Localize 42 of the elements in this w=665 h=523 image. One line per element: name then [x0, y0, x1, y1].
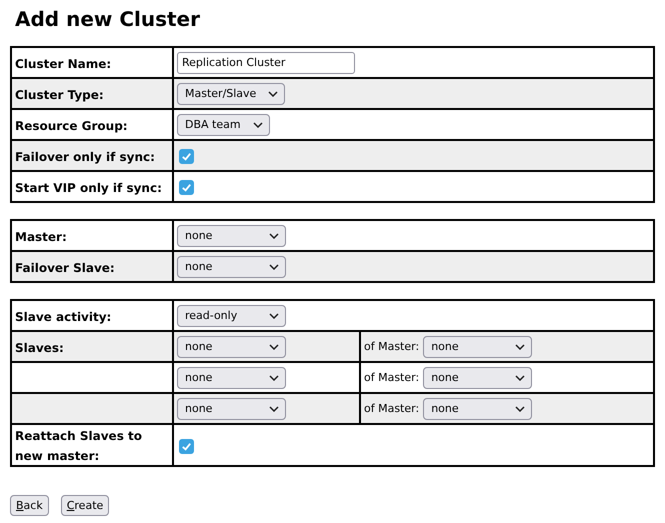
- dropdown[interactable]: none: [423, 398, 532, 420]
- dropdown[interactable]: DBA team: [177, 114, 270, 136]
- input-field[interactable]: Replication Cluster: [177, 52, 355, 74]
- dropdown[interactable]: none: [177, 256, 286, 278]
- field-label: of Master:: [364, 371, 420, 384]
- chevron-icon: [252, 122, 263, 128]
- field-label: Slave activity:: [15, 310, 112, 324]
- dropdown[interactable]: read-only: [177, 304, 286, 326]
- chevron-icon: [269, 232, 279, 238]
- field-label: Failover only if sync:: [15, 150, 155, 164]
- field-label: Cluster Name:: [15, 56, 112, 70]
- chevron-icon: [268, 90, 278, 96]
- field-label: Failover Slave:: [15, 260, 115, 274]
- button[interactable]: Create: [60, 495, 110, 516]
- checkbox[interactable]: [179, 180, 194, 196]
- page-title: Add new Cluster: [15, 8, 201, 30]
- field-label: of Master:: [364, 340, 420, 353]
- field-label: Reattach Slaves to new master:: [15, 429, 142, 463]
- field-label: Slaves:: [15, 340, 64, 354]
- button[interactable]: Back: [10, 495, 49, 516]
- dropdown[interactable]: Master/Slave: [177, 82, 286, 104]
- dropdown[interactable]: none: [177, 336, 286, 358]
- field-label: Master:: [15, 230, 67, 244]
- chevron-icon: [269, 344, 279, 350]
- chevron-icon: [515, 344, 526, 350]
- checkbox[interactable]: [179, 438, 194, 454]
- field-label: of Master:: [364, 402, 420, 415]
- chevron-icon: [269, 406, 279, 412]
- checkbox[interactable]: [179, 149, 194, 164]
- field-label: Cluster Type:: [15, 88, 104, 102]
- chevron-icon: [515, 374, 526, 380]
- chevron-icon: [515, 406, 526, 412]
- dropdown[interactable]: none: [177, 398, 286, 420]
- dropdown[interactable]: none: [177, 366, 286, 388]
- field-label: Start VIP only if sync:: [15, 180, 162, 194]
- chevron-icon: [269, 264, 279, 270]
- field-label: Resource Group:: [15, 118, 128, 132]
- chevron-icon: [269, 312, 279, 318]
- dropdown[interactable]: none: [177, 224, 286, 246]
- dropdown[interactable]: none: [423, 336, 532, 358]
- dropdown[interactable]: none: [423, 366, 532, 388]
- chevron-icon: [269, 374, 279, 380]
